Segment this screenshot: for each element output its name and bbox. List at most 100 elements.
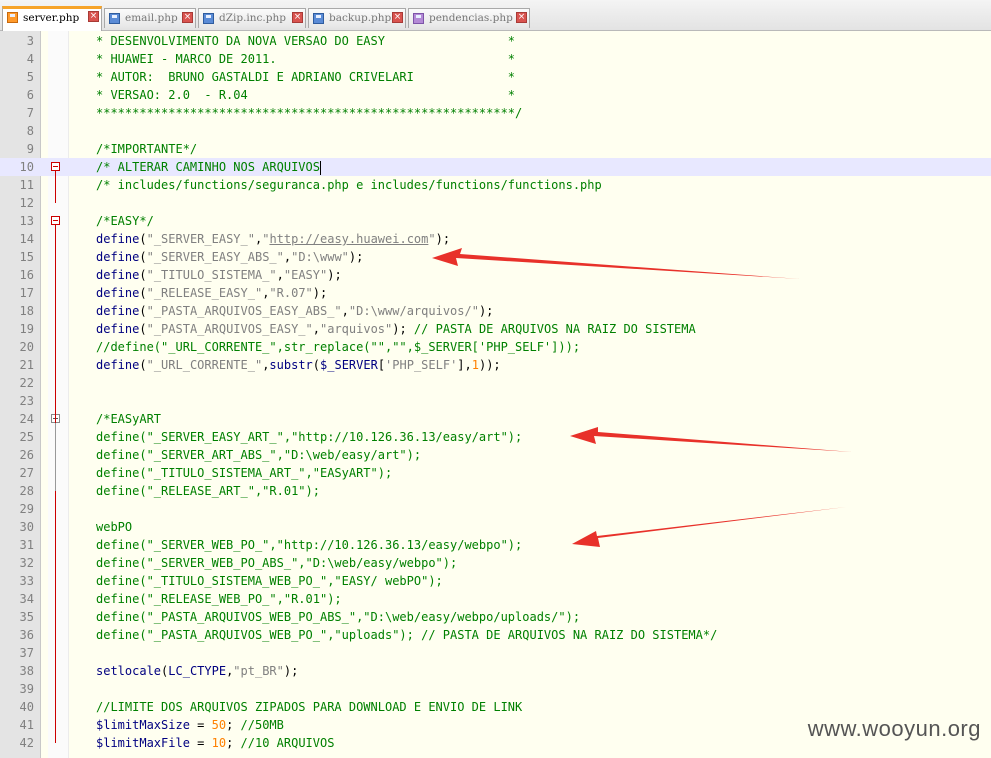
code-token: 1: [471, 358, 479, 372]
close-icon[interactable]: ×: [182, 12, 193, 23]
code-line[interactable]: 36 define("_PASTA_ARQUIVOS_WEB_PO_","uplo…: [0, 626, 991, 644]
code-text: /*IMPORTANTE*/: [96, 140, 197, 158]
close-icon[interactable]: ×: [88, 11, 99, 22]
code-token: /*IMPORTANTE*/: [96, 142, 198, 156]
close-icon[interactable]: ×: [392, 12, 403, 23]
code-line[interactable]: 22: [0, 374, 991, 392]
tab-server-php[interactable]: server.php ×: [2, 6, 102, 31]
code-text: /* includes/functions/seguranca.php e in…: [96, 176, 602, 194]
line-number: 19: [19, 322, 34, 336]
code-token: define("_PASTA_ARQUIVOS_WEB_PO_","upload…: [96, 628, 718, 642]
code-line[interactable]: 5 * AUTOR: BRUNO GASTALDI E ADRIANO CRIVE…: [0, 68, 991, 86]
code-token: define("_SERVER_ART_ABS_","D:\web/easy/a…: [96, 448, 422, 462]
code-token: 'PHP_SELF': [385, 358, 458, 372]
code-token: "D:\www": [291, 250, 349, 264]
code-token: "arquivos": [320, 322, 393, 336]
line-number: 12: [19, 196, 34, 210]
code-text: define("_SERVER_WEB_PO_","http://10.126.…: [96, 536, 522, 554]
fold-toggle-icon[interactable]: [51, 162, 60, 171]
text-cursor: [319, 160, 321, 175]
tab-backup-php[interactable]: backup.php ×: [308, 8, 406, 28]
code-token: 50: [211, 718, 227, 732]
code-line[interactable]: 12: [0, 194, 991, 212]
code-line[interactable]: 24 /*EASyART: [0, 410, 991, 428]
code-line[interactable]: 16 define("_TITULO_SISTEMA_","EASY");: [0, 266, 991, 284]
code-line[interactable]: 4 * HUAWEI - MARCO DE 2011. *: [0, 50, 991, 68]
code-line[interactable]: 34 define("_RELEASE_WEB_PO_","R.01");: [0, 590, 991, 608]
code-token: /*EASY*/: [96, 214, 154, 228]
fold-toggle-icon[interactable]: [51, 216, 60, 225]
line-number: 16: [19, 268, 34, 282]
code-token: [: [377, 358, 386, 372]
code-token: =: [189, 718, 212, 732]
code-line[interactable]: 11 /* includes/functions/seguranca.php e …: [0, 176, 991, 194]
code-line[interactable]: 14 define("_SERVER_EASY_","http://easy.hu…: [0, 230, 991, 248]
code-line[interactable]: 15 define("_SERVER_EASY_ABS_","D:\www");: [0, 248, 991, 266]
code-line[interactable]: 7 ***************************************…: [0, 104, 991, 122]
tab-dzip-inc-php[interactable]: dZip.inc.php ×: [198, 8, 306, 28]
php-file-icon: [109, 13, 120, 24]
code-text: define("_SERVER_EASY_ABS_","D:\www");: [96, 248, 363, 266]
code-token: /* ALTERAR CAMINHO NOS ARQUIVOS: [96, 160, 320, 174]
code-line[interactable]: 40 //LIMITE DOS ARQUIVOS ZIPADOS PARA DOW…: [0, 698, 991, 716]
line-number: 32: [19, 556, 34, 570]
code-text: webPO: [96, 518, 132, 536]
code-line[interactable]: 19 define("_PASTA_ARQUIVOS_EASY_","arquiv…: [0, 320, 991, 338]
code-line[interactable]: 35 define("_PASTA_ARQUIVOS_WEB_PO_ABS_","…: [0, 608, 991, 626]
line-number: 9: [26, 142, 34, 156]
line-number: 20: [19, 340, 34, 354]
code-token: =: [189, 736, 212, 750]
code-line[interactable]: 3 * DESENVOLVIMENTO DA NOVA VERSAO DO EAS…: [0, 32, 991, 50]
code-token: // PASTA DE ARQUIVOS NA RAIZ DO SISTEMA: [406, 322, 696, 336]
close-icon[interactable]: ×: [516, 12, 527, 23]
code-token: LC_CTYPE: [168, 664, 227, 678]
line-number: 28: [19, 484, 34, 498]
code-line[interactable]: 26 define("_SERVER_ART_ABS_","D:\web/easy…: [0, 446, 991, 464]
code-line[interactable]: 8: [0, 122, 991, 140]
code-token: define("_RELEASE_ART_","R.01");: [96, 484, 320, 498]
code-line[interactable]: 17 define("_RELEASE_EASY_","R.07");: [0, 284, 991, 302]
tab-email-php[interactable]: email.php ×: [104, 8, 196, 28]
code-line[interactable]: 28 define("_RELEASE_ART_","R.01");: [0, 482, 991, 500]
line-number: 24: [19, 412, 34, 426]
code-line[interactable]: 30 webPO: [0, 518, 991, 536]
line-number: 6: [26, 88, 34, 102]
tab-label: pendencias.php: [429, 12, 513, 24]
code-line[interactable]: 10 /* ALTERAR CAMINHO NOS ARQUIVOS: [0, 158, 991, 176]
tab-label: server.php: [23, 12, 80, 24]
php-file-icon: [7, 12, 18, 23]
code-editor[interactable]: 3 * DESENVOLVIMENTO DA NOVA VERSAO DO EAS…: [0, 31, 991, 758]
code-token: ,: [312, 322, 320, 336]
code-line[interactable]: 23: [0, 392, 991, 410]
fold-guide-line: [55, 171, 56, 203]
line-number: 11: [19, 178, 34, 192]
code-line[interactable]: 31 define("_SERVER_WEB_PO_","http://10.12…: [0, 536, 991, 554]
line-number: 13: [19, 214, 34, 228]
code-token: ));: [478, 358, 501, 372]
code-text: define("_SERVER_WEB_PO_ABS_","D:\web/eas…: [96, 554, 457, 572]
code-line[interactable]: 9 /*IMPORTANTE*/: [0, 140, 991, 158]
code-token: define("_TITULO_SISTEMA_WEB_PO_","EASY/ …: [96, 574, 443, 588]
line-number: 7: [26, 106, 34, 120]
tab-pendencias-php[interactable]: pendencias.php ×: [408, 8, 530, 28]
code-line[interactable]: 38 setlocale(LC_CTYPE,"pt_BR");: [0, 662, 991, 680]
code-line[interactable]: 32 define("_SERVER_WEB_PO_ABS_","D:\web/e…: [0, 554, 991, 572]
code-token: $limitMaxSize: [96, 718, 190, 732]
code-line[interactable]: 6 * VERSAO: 2.0 - R.04 *: [0, 86, 991, 104]
code-line[interactable]: 13 /*EASY*/: [0, 212, 991, 230]
code-text: /*EASyART: [96, 410, 161, 428]
code-line[interactable]: 27 define("_TITULO_SISTEMA_ART_","EASyART…: [0, 464, 991, 482]
code-line[interactable]: 39: [0, 680, 991, 698]
code-line[interactable]: 18 define("_PASTA_ARQUIVOS_EASY_ABS_","D:…: [0, 302, 991, 320]
code-line[interactable]: 25 define("_SERVER_EASY_ART_","http://10.…: [0, 428, 991, 446]
close-icon[interactable]: ×: [292, 12, 303, 23]
code-line[interactable]: 21 define("_URL_CORRENTE_",substr($_SERVE…: [0, 356, 991, 374]
code-text: define("_SERVER_EASY_ART_","http://10.12…: [96, 428, 522, 446]
code-line[interactable]: 29: [0, 500, 991, 518]
code-line[interactable]: 20 //define("_URL_CORRENTE_",str_replace(…: [0, 338, 991, 356]
code-token: ;: [226, 718, 241, 732]
code-line[interactable]: 33 define("_TITULO_SISTEMA_WEB_PO_","EASY…: [0, 572, 991, 590]
code-token: (: [139, 250, 147, 264]
code-line[interactable]: 37: [0, 644, 991, 662]
code-token: (: [139, 322, 147, 336]
